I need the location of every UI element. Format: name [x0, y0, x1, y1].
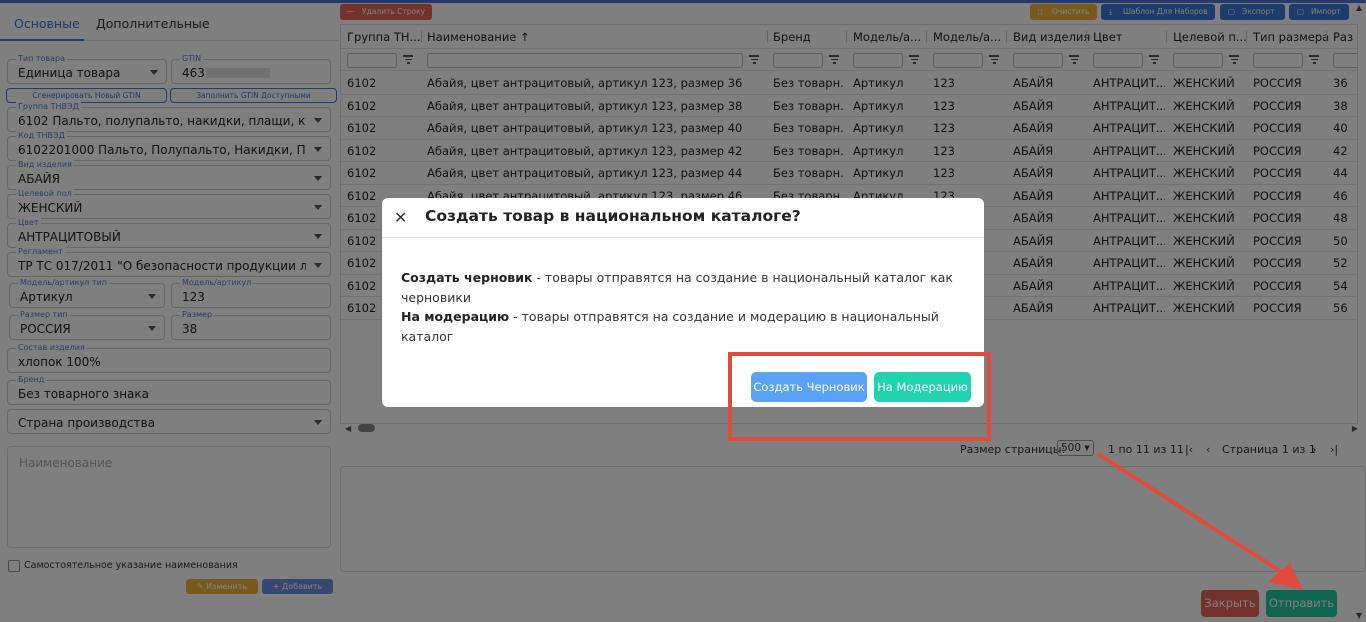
annotation-arrow: [1096, 452, 1303, 590]
annotation-arrow-line: [1096, 452, 1288, 577]
